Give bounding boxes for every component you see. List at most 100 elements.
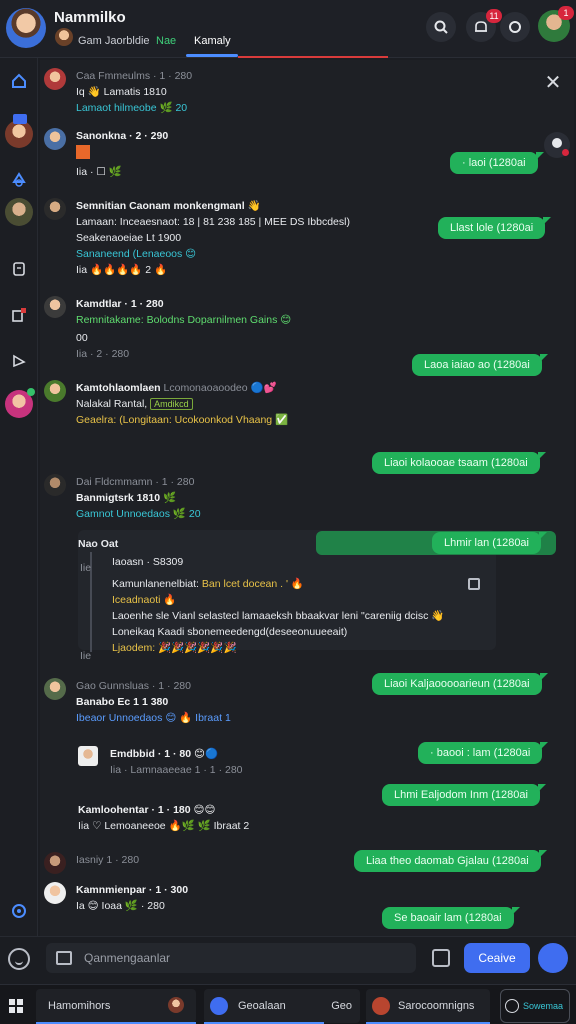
message-author: Iasniy 1 · 280	[76, 854, 140, 866]
rail-apps[interactable]	[6, 302, 32, 328]
contacts-icon	[12, 172, 26, 187]
outgoing-message[interactable]: Lhmir lan (1280ai	[432, 532, 547, 554]
message-text: Ia 😊 Ioaa 🌿 · 280	[76, 900, 165, 912]
outgoing-message[interactable]: Liaoi kolaooae tsaam (1280ai	[372, 452, 546, 474]
rail-settings[interactable]	[6, 898, 32, 924]
left-rail	[0, 58, 38, 936]
rail-home[interactable]	[6, 68, 32, 94]
composer: Qanmengaanlar Ceaive	[0, 936, 576, 984]
outgoing-message[interactable]: Lhmi Ealjodom Inm (1280ai	[382, 784, 546, 806]
message-attachments	[76, 144, 168, 164]
message-author-extra: Lcomonaoaoodeo 🔵💕	[163, 382, 277, 394]
message-avatar	[44, 678, 66, 700]
outgoing-message[interactable]: Liaa theo daomab Gjalau (1280ai	[354, 850, 547, 872]
outgoing-message[interactable]: · baooi : lam (1280ai	[418, 742, 549, 764]
floating-avatar[interactable]	[544, 132, 570, 158]
emoji-icon[interactable]	[8, 948, 30, 970]
message-avatar	[44, 474, 66, 496]
quote-line: Iceadnaoti 🔥	[112, 594, 177, 606]
taskbar-item-3[interactable]: Sarocoomnigns	[366, 989, 490, 1023]
taskbar-label: Geoalaan	[238, 1000, 286, 1012]
rail-notes[interactable]	[6, 256, 32, 282]
outgoing-message[interactable]: · laoi (1280ai	[450, 152, 544, 174]
message-text: Lamaan: Inceaesnaot: 18 | 81 238 185 | M…	[76, 216, 350, 228]
search-button[interactable]	[426, 12, 456, 42]
message-text: Iq 👋 Lamatis 1810	[76, 86, 167, 98]
message-author: Kamdtlar · 1 · 280	[76, 298, 164, 310]
top-bar: Nammilko Gam Jaorbldie Nae Kamaly 11 1	[0, 0, 576, 58]
taskbar-app-icon	[210, 997, 228, 1015]
message-text: Seakenaoeiae Lt 1900	[76, 232, 182, 244]
message-author: Kamloohentar · 1 · 180 😊😊	[78, 804, 216, 816]
rail-chat-icon	[13, 114, 27, 124]
outgoing-message[interactable]: Liaoi Kaljaooooarieun (1280ai	[372, 673, 548, 695]
app-title: Nammilko	[54, 9, 126, 26]
tab-2[interactable]: Nae	[156, 30, 176, 52]
message-meta: Gao Gunnsluas · 1 · 280	[76, 680, 191, 692]
outgoing-message[interactable]: Llast lole (1280ai	[438, 217, 552, 239]
rail-contacts[interactable]	[6, 166, 32, 192]
progress-line	[238, 56, 388, 58]
tab-3[interactable]: Kamaly	[188, 30, 237, 52]
profile-avatar[interactable]: 1	[538, 6, 574, 42]
quote-author: Kamunlanenelbiat:	[112, 578, 202, 590]
message-avatar	[44, 852, 66, 874]
image-thumb[interactable]	[76, 145, 90, 160]
search-icon	[434, 20, 448, 34]
rail-comments[interactable]	[6, 348, 32, 374]
taskbar-label: Geo	[331, 1000, 352, 1012]
notifications-button[interactable]: 11	[466, 9, 502, 42]
close-icon[interactable]: ✕	[542, 72, 564, 94]
taskbar-item-4[interactable]: Sowemaa	[500, 989, 570, 1023]
message-input[interactable]: Qanmengaanlar	[46, 943, 416, 973]
home-icon	[12, 73, 26, 88]
comment-icon	[13, 354, 26, 368]
active-tab-indicator	[186, 54, 238, 57]
message-author: Banabo Ec 1 1 380	[76, 696, 169, 708]
quote-meta: Iie	[80, 562, 92, 574]
quote-line: Loneikaq Kaadi sbonemeedengd(deseeonuuee…	[112, 626, 348, 638]
message-text: Sananeend (Lenaeoos 😊	[76, 248, 197, 260]
rail-avatar-2[interactable]	[5, 198, 33, 226]
message-text: Iia · ☐ 🌿	[76, 166, 122, 178]
taskbar-label: Hamomihors	[48, 1000, 111, 1012]
message-avatar	[78, 746, 98, 766]
mic-icon[interactable]	[538, 943, 568, 973]
message-avatar	[44, 380, 66, 402]
taskbar-item-1[interactable]: Hamomihors	[36, 989, 196, 1023]
floating-avatar-badge	[562, 149, 569, 156]
settings-icon	[12, 904, 26, 918]
taskbar-app-icon	[372, 997, 390, 1015]
message-text: Iia · Lamnaaeeae 1 · 1 · 280	[110, 764, 243, 776]
message-7[interactable]: Nao Oat	[78, 536, 118, 552]
rail-avatar-1[interactable]	[5, 114, 33, 148]
taskbar-item-2[interactable]: Geoalaan Geo	[204, 989, 360, 1023]
taskbar-label: Sowemaa	[523, 1001, 564, 1011]
gallery-icon[interactable]	[468, 578, 480, 590]
grid-icon	[9, 999, 23, 1013]
gallery-icon[interactable]	[432, 949, 450, 967]
message-meta: Dai Fldcmmamn · 1 · 280	[76, 476, 195, 488]
refresh-icon	[509, 21, 521, 33]
message-text: Nalakal Rantal,	[76, 398, 148, 410]
message-author: Kamnmienpar · 1 · 300	[76, 884, 189, 896]
tab-1[interactable]: Gam Jaorbldie	[78, 30, 150, 52]
message-author: Semnitian Caonam monkengmanl 👋	[76, 200, 261, 212]
message-reaction: Lamaot hilmeobe 🌿 20	[76, 102, 188, 114]
refresh-button[interactable]	[500, 12, 530, 42]
start-button[interactable]	[8, 989, 28, 1023]
message-text: Iia ♡ Lemoaneeoe 🔥🌿 🌿 Ibraat 2	[78, 820, 250, 832]
attachment-icon[interactable]	[56, 951, 72, 965]
rail-avatar-3[interactable]	[5, 388, 35, 418]
outgoing-message[interactable]: Laoa iaiao ao (1280ai	[412, 354, 548, 376]
quote-meta: Iie	[80, 650, 92, 662]
user-avatar[interactable]	[6, 8, 46, 48]
taskbar-avatar	[168, 997, 184, 1013]
send-button[interactable]: Ceaive	[464, 943, 530, 973]
notes-icon	[13, 262, 25, 276]
message-meta: Caa Fmmeulms · 1 · 280	[76, 70, 193, 82]
message-avatar	[44, 128, 66, 150]
profile-badge: 1	[558, 6, 574, 20]
bell-icon	[475, 21, 487, 32]
outgoing-message[interactable]: Se baoair lam (1280ai	[382, 907, 520, 929]
